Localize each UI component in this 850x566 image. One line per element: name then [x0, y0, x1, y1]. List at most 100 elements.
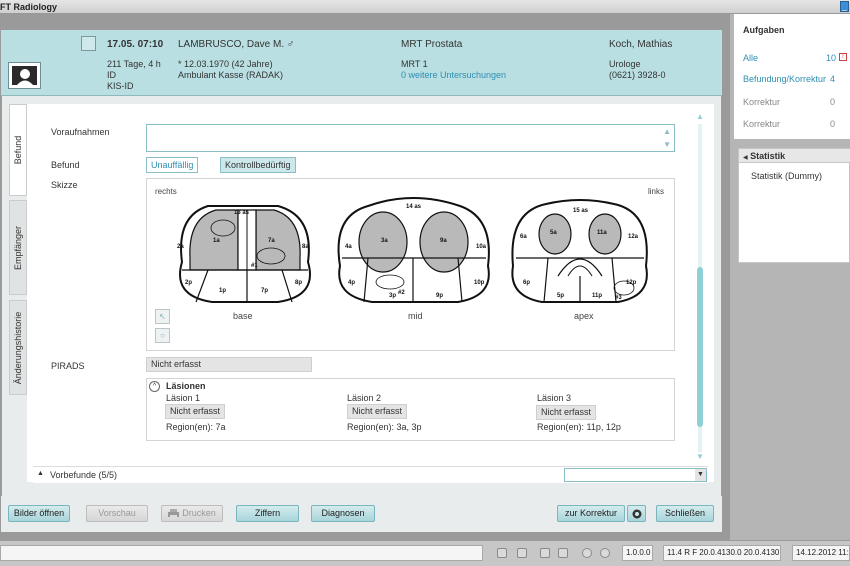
camera-icon[interactable] — [517, 548, 527, 558]
schliessen-button[interactable]: Schließen — [656, 505, 714, 522]
scroll-up-icon[interactable]: ▲ — [663, 127, 671, 136]
drucken-button[interactable]: Drucken — [161, 505, 223, 522]
region-1a: 1a — [213, 238, 220, 244]
aufgaben-panel: Aufgaben Alle 10 ! Befundung/Korrektur 4… — [734, 14, 850, 139]
circle-tool-icon[interactable]: ○ — [155, 328, 170, 343]
lesion-marker-3: #3 — [615, 295, 622, 301]
tab-empfaenger[interactable]: Empfänger — [9, 200, 27, 295]
physician-name: Koch, Mathias — [609, 39, 673, 50]
speaker-icon[interactable] — [540, 548, 550, 558]
lesion-2-title: Läsion 2 — [347, 393, 382, 403]
study-title: MRT Prostata — [401, 39, 463, 50]
lesion-2-regions: Region(en): 3a, 3p — [347, 422, 422, 432]
collapse-icon[interactable]: ^ — [149, 381, 160, 392]
apex-section — [511, 199, 648, 303]
moon-icon[interactable] — [600, 548, 610, 558]
scroll-thumb — [697, 267, 703, 427]
version-field: 1.0.0.0 — [622, 545, 653, 561]
aufgabe-korrektur-2[interactable]: Korrektur — [743, 119, 780, 129]
diagnosen-button[interactable]: Diagnosen — [311, 505, 375, 522]
voraufnahmen-label: Voraufnahmen — [51, 127, 110, 137]
tab-befund[interactable]: Befund — [9, 104, 27, 196]
gear-button[interactable] — [627, 505, 646, 522]
region-9p: 9p — [436, 293, 443, 299]
printer-icon — [168, 509, 179, 519]
chevron-down-icon: ▼ — [695, 469, 706, 481]
department: Urologe — [609, 59, 641, 69]
draw-tool-icon[interactable]: ↖ — [155, 309, 170, 324]
prostate-diagram[interactable]: 13 as 1a 7a 2a 8a #1 2p 1p 7p 8p 14 as 3… — [168, 196, 668, 316]
region-15as: 15 as — [573, 208, 589, 214]
mid-section — [337, 197, 490, 303]
id-label: ID — [107, 70, 116, 80]
minimize-button[interactable]: _ — [840, 1, 849, 12]
region-1p: 1p — [219, 288, 226, 294]
region-8p: 8p — [295, 280, 302, 286]
lesion-3-regions: Region(en): 11p, 12p — [537, 422, 621, 432]
statistik-item[interactable]: Statistik (Dummy) — [751, 171, 822, 181]
region-4a: 4a — [345, 244, 352, 250]
gear-icon — [632, 509, 642, 519]
aufgabe-befundung-count: 4 — [830, 74, 836, 84]
sync-icon[interactable] — [582, 548, 592, 558]
content-scrollbar[interactable]: ▲ ▼ — [694, 112, 706, 462]
user-icon[interactable] — [558, 548, 568, 558]
region-8a: 8a — [302, 244, 309, 250]
window-title: FT Radiology — [0, 2, 57, 12]
bilder-oeffnen-button[interactable]: Bilder öffnen — [8, 505, 70, 522]
aufgabe-alle[interactable]: Alle — [743, 53, 758, 63]
region-3a: 3a — [381, 238, 388, 244]
ziffern-button[interactable]: Ziffern — [236, 505, 299, 522]
avatar — [8, 62, 41, 89]
view-label-base: base — [233, 311, 253, 321]
view-label-apex: apex — [574, 311, 594, 321]
zur-korrektur-button[interactable]: zur Korrektur — [557, 505, 625, 522]
region-9a: 9a — [440, 238, 447, 244]
document-icon[interactable] — [81, 36, 96, 51]
lesion-2-status[interactable]: Nicht erfasst — [347, 404, 408, 419]
lesion-1-status[interactable]: Nicht erfasst — [165, 404, 226, 419]
pirads-label: PIRADS — [51, 361, 85, 371]
sketch-left-label: links — [648, 187, 665, 196]
aufgabe-korrektur-2-count: 0 — [830, 119, 836, 129]
option-unauffaellig[interactable]: Unauffällig — [146, 157, 199, 173]
base-section — [179, 205, 311, 303]
region-12a: 12a — [628, 234, 639, 240]
aufgabe-korrektur-1-count: 0 — [830, 97, 836, 107]
region-7a: 7a — [268, 238, 275, 244]
skizze-label: Skizze — [51, 180, 78, 190]
region-5a: 5a — [550, 230, 557, 236]
region-13as: 13 as — [234, 210, 250, 216]
scroll-up-arrow-icon: ▲ — [696, 112, 704, 121]
expand-chevron-icon[interactable]: ▲ — [37, 470, 44, 477]
pirads-value[interactable]: Nicht erfasst — [146, 357, 312, 372]
vorschau-button[interactable]: Vorschau — [86, 505, 148, 522]
lesion-3-status[interactable]: Nicht erfasst — [536, 405, 597, 420]
vorbefunde-bar[interactable]: ▲ Vorbefunde (5/5) ▼ — [33, 466, 708, 483]
voraufnahmen-input[interactable]: ▲ ▼ — [146, 124, 675, 152]
region-6p: 6p — [523, 280, 530, 286]
patient-header: 17.05. 07:10 LAMBRUSCO, Dave M. ♂ MRT Pr… — [1, 30, 722, 96]
patient-name: LAMBRUSCO, Dave M. ♂ — [178, 39, 295, 50]
region-11p: 11p — [592, 293, 602, 299]
option-kontrollbeduerftig[interactable]: Kontrollbedürftig — [220, 157, 296, 173]
view-label-mid: mid — [408, 311, 423, 321]
region-5p: 5p — [557, 293, 564, 299]
vorbefunde-select[interactable]: ▼ — [564, 468, 707, 482]
region-14as: 14 as — [406, 204, 422, 210]
birth-date: * 12.03.1970 (42 Jahre) — [178, 59, 273, 69]
more-studies-link[interactable]: 0 weitere Untersuchungen — [401, 70, 506, 80]
kis-id-label: KIS-ID — [107, 81, 134, 91]
aufgabe-korrektur-1[interactable]: Korrektur — [743, 97, 780, 107]
lesion-3-title: Läsion 3 — [537, 393, 572, 403]
microphone-icon[interactable] — [497, 548, 507, 558]
region-10a: 10a — [476, 244, 487, 250]
title-bar: FT Radiology _ — [0, 0, 850, 14]
collapse-arrow-icon: ◀ — [743, 155, 748, 161]
vorbefunde-label: Vorbefunde (5/5) — [50, 470, 118, 480]
statistik-header[interactable]: ◀ Statistik — [739, 149, 850, 163]
aufgabe-befundung[interactable]: Befundung/Korrektur — [743, 74, 826, 84]
study-subtitle: MRT 1 — [401, 59, 428, 69]
scroll-down-icon[interactable]: ▼ — [663, 140, 671, 149]
tab-aenderungshistorie[interactable]: Änderungshistorie — [9, 300, 27, 395]
